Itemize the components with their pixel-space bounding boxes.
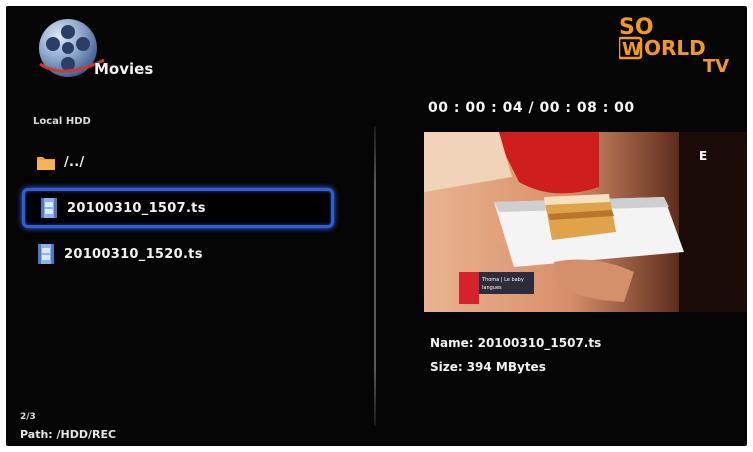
list-item-parent-folder[interactable]: /../ bbox=[22, 142, 334, 182]
svg-text:W: W bbox=[622, 39, 642, 60]
current-path: Path: /HDD/REC bbox=[20, 428, 117, 441]
size-value: 394 MBytes bbox=[466, 360, 546, 374]
file-name-info: Name: 20100310_1507.ts bbox=[430, 336, 601, 350]
media-player-screen: Movies SO W ORLD TV Local HDD /../ 20100 bbox=[6, 6, 747, 446]
pane-divider bbox=[374, 126, 376, 426]
soworld-tv-logo: SO W ORLD TV bbox=[619, 15, 729, 74]
folder-icon bbox=[37, 157, 55, 170]
file-size-info: Size: 394 MBytes bbox=[430, 360, 546, 374]
name-value: 20100310_1507.ts bbox=[477, 336, 602, 350]
source-label: Local HDD bbox=[33, 116, 91, 127]
video-preview: Thoma | Le baby langues E bbox=[424, 132, 747, 312]
svg-text:TV: TV bbox=[703, 56, 729, 74]
channel-badge: E bbox=[699, 149, 707, 163]
list-item-label: 20100310_1507.ts bbox=[67, 200, 206, 216]
svg-text:ORLD: ORLD bbox=[644, 36, 706, 60]
name-label: Name: bbox=[430, 336, 474, 350]
file-list: /../ 20100310_1507.ts 20100310_1520.ts bbox=[22, 142, 334, 280]
list-item-label: /../ bbox=[64, 154, 85, 170]
svg-text:Thoma | Le baby: Thoma | Le baby bbox=[481, 277, 524, 283]
video-file-icon bbox=[41, 198, 57, 218]
video-file-icon bbox=[38, 244, 54, 264]
item-counter: 2/3 bbox=[20, 412, 36, 422]
playback-timecode: 00 : 00 : 04 / 00 : 08 : 00 bbox=[428, 100, 635, 116]
list-item-video-1520[interactable]: 20100310_1520.ts bbox=[22, 234, 334, 274]
video-preview-frame: Thoma | Le baby langues E bbox=[424, 132, 747, 312]
list-item-video-1507[interactable]: 20100310_1507.ts bbox=[22, 188, 334, 228]
size-label: Size: bbox=[430, 360, 463, 374]
list-item-label: 20100310_1520.ts bbox=[64, 246, 203, 262]
svg-text:langues: langues bbox=[482, 285, 502, 291]
app-title: Movies bbox=[94, 60, 154, 78]
